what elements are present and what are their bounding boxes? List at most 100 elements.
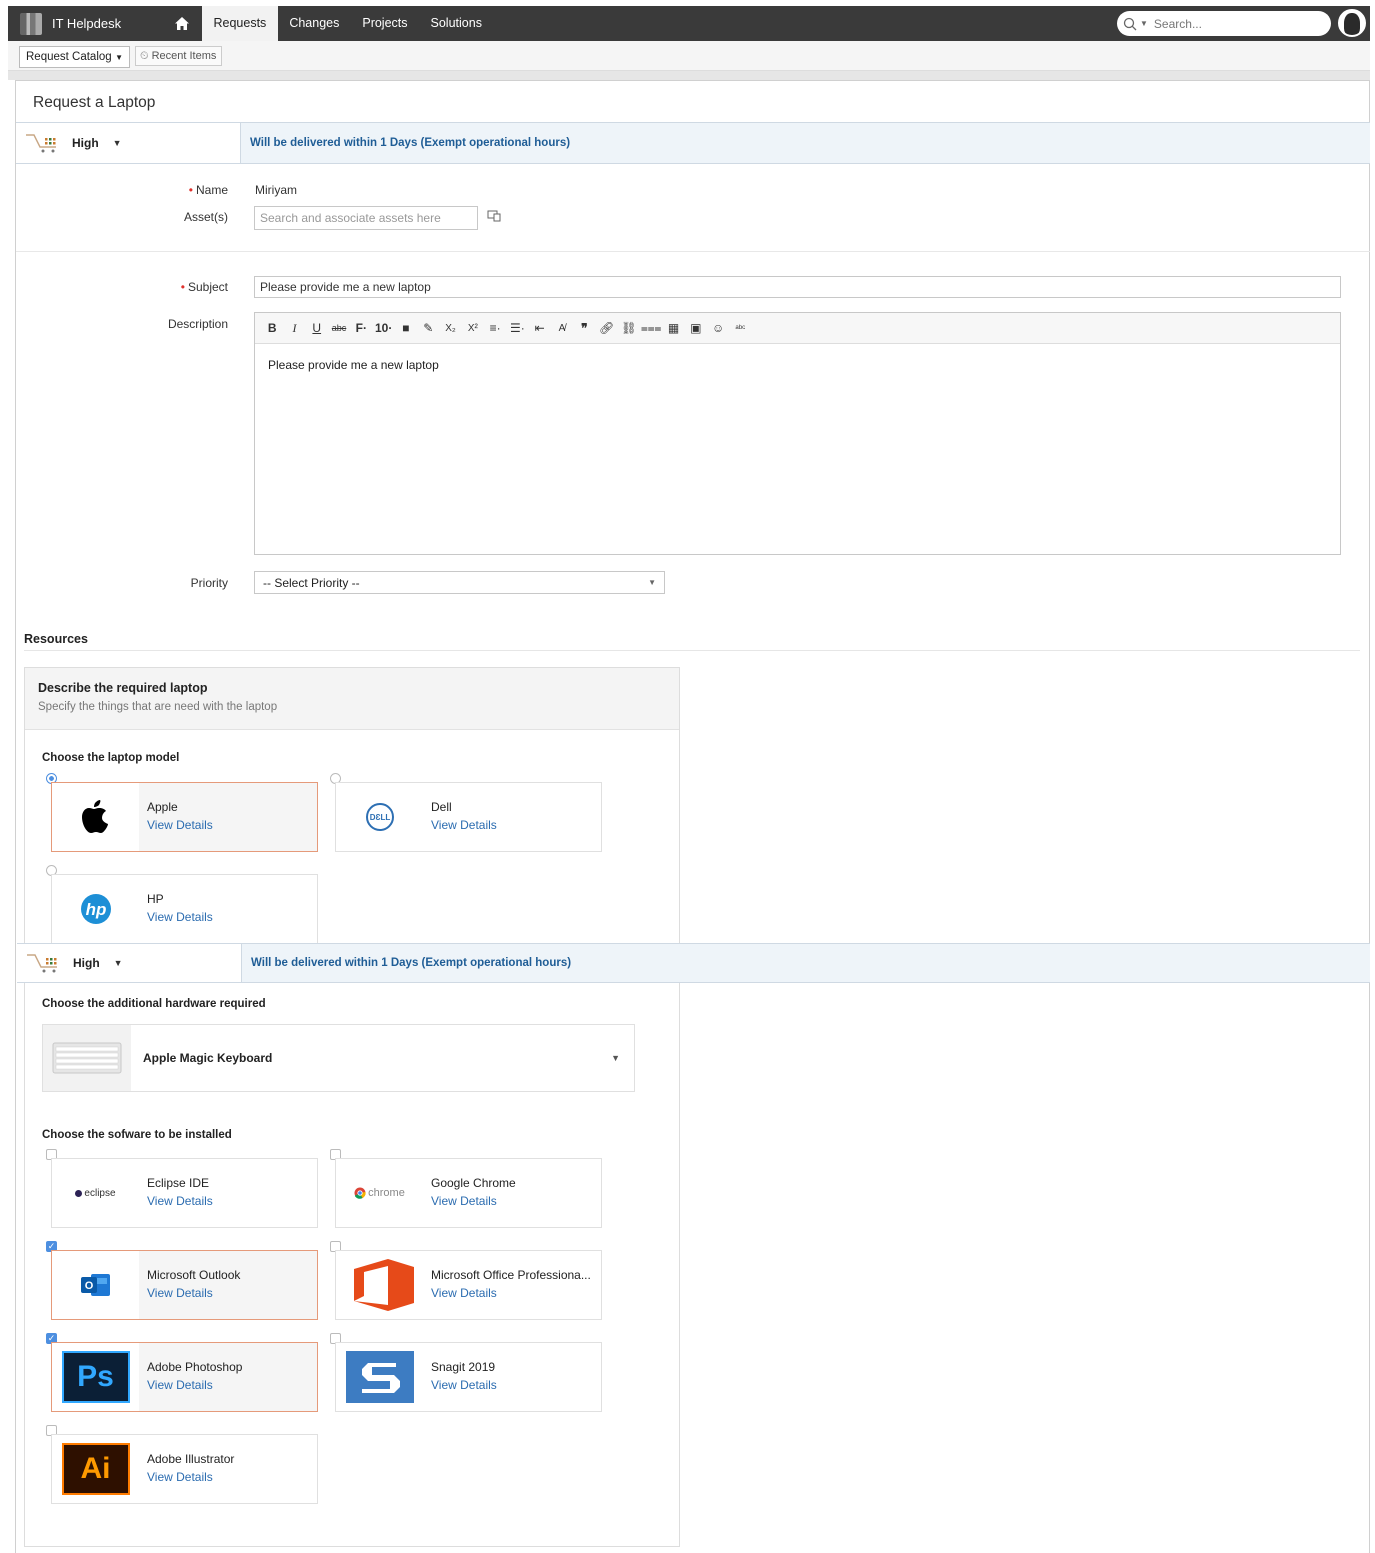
- software-card-snagit[interactable]: Snagit 2019 View Details: [335, 1342, 602, 1412]
- app-logo[interactable]: [20, 12, 42, 35]
- tab-changes[interactable]: Changes: [278, 6, 351, 41]
- resources-box: Describe the required laptop Specify the…: [24, 667, 680, 1547]
- align-button[interactable]: ≡·: [484, 321, 506, 335]
- sticky-sla-bar: High ▼ Will be delivered within 1 Days (…: [17, 943, 1370, 983]
- font-size-button[interactable]: 10·: [372, 321, 394, 335]
- svg-text:O: O: [84, 1280, 93, 1292]
- strikethrough-button[interactable]: abc: [328, 323, 350, 333]
- software-card-outlook[interactable]: O Microsoft Outlook View Details: [51, 1250, 318, 1320]
- description-text[interactable]: Please provide me a new laptop: [255, 344, 1340, 386]
- hardware-select[interactable]: Apple Magic Keyboard ▼: [42, 1024, 635, 1092]
- indent-button[interactable]: ⇤: [529, 321, 551, 335]
- view-details-link[interactable]: View Details: [147, 1378, 317, 1392]
- software-card-eclipse[interactable]: eclipse Eclipse IDE View Details: [51, 1158, 318, 1228]
- history-icon: ⏲: [140, 49, 149, 62]
- view-details-link[interactable]: View Details: [431, 1286, 601, 1300]
- photoshop-logo-text: Ps: [77, 1360, 114, 1393]
- page-title: Request a Laptop: [33, 94, 156, 111]
- underline-button[interactable]: U: [306, 321, 328, 335]
- horizontal-rule-button[interactable]: ⩶: [640, 321, 662, 336]
- priority-selector[interactable]: High ▼: [16, 123, 241, 163]
- search-placeholder: Search...: [1153, 16, 1202, 31]
- bold-button[interactable]: B: [261, 321, 283, 335]
- subscript-button[interactable]: X₂: [439, 323, 461, 334]
- priority-selector[interactable]: High ▼: [17, 944, 242, 982]
- global-search-input[interactable]: ▼ Search...: [1117, 11, 1331, 36]
- view-details-link[interactable]: View Details: [147, 1470, 317, 1484]
- priority-value: High: [72, 136, 99, 150]
- caret-down-icon: ▼: [648, 578, 656, 587]
- font-family-button[interactable]: F·: [350, 321, 372, 335]
- svg-text:DƐLL: DƐLL: [369, 813, 390, 822]
- software-name: Snagit 2019: [431, 1360, 496, 1374]
- italic-button[interactable]: I: [283, 321, 305, 336]
- model-card-apple[interactable]: Apple View Details: [51, 782, 318, 852]
- request-form-panel: Request a Laptop High ▼ Will be delivere…: [15, 80, 1370, 1553]
- sla-bar: High ▼ Will be delivered within 1 Days (…: [16, 122, 1370, 164]
- top-nav: IT Helpdesk Requests Changes Projects So…: [8, 6, 1370, 41]
- highlight-button[interactable]: ✎: [417, 321, 439, 335]
- software-name: Microsoft Office Professiona...: [431, 1268, 591, 1282]
- list-button[interactable]: ☰·: [506, 321, 528, 335]
- table-button[interactable]: ▦: [662, 321, 684, 335]
- asset-lookup-icon[interactable]: [487, 210, 501, 222]
- software-card-office[interactable]: Microsoft Office Professiona... View Det…: [335, 1250, 602, 1320]
- image-button[interactable]: ▣: [685, 321, 707, 335]
- assets-label: Asset(s): [183, 210, 228, 224]
- snagit-logo-icon: [336, 1343, 423, 1411]
- software-card-chrome[interactable]: chrome Google Chrome View Details: [335, 1158, 602, 1228]
- model-name: Apple: [147, 800, 178, 814]
- view-details-link[interactable]: View Details: [147, 1286, 317, 1300]
- spellcheck-button[interactable]: ᵃᵇᶜ: [729, 323, 751, 333]
- subject-label: • Subject: [180, 280, 228, 294]
- section-divider: [24, 650, 1360, 651]
- hp-logo-icon: hp: [52, 875, 139, 943]
- view-details-link[interactable]: View Details: [147, 1194, 317, 1208]
- chevron-down-icon[interactable]: ▼: [1140, 19, 1148, 28]
- resources-title: Resources: [24, 632, 88, 646]
- recent-items-label: Recent Items: [151, 50, 217, 62]
- request-catalog-dropdown[interactable]: Request Catalog ▼: [19, 46, 130, 68]
- name-value: Miriyam: [255, 183, 297, 197]
- separator-strip: [8, 71, 1370, 80]
- assets-search-input[interactable]: Search and associate assets here: [254, 206, 478, 230]
- link-button[interactable]: 🔗︎: [595, 321, 617, 335]
- tab-projects[interactable]: Projects: [351, 6, 419, 41]
- home-icon[interactable]: [162, 6, 202, 41]
- emoji-button[interactable]: ☺: [707, 321, 729, 335]
- office-logo-icon: [336, 1251, 423, 1319]
- recent-items-button[interactable]: ⏲ Recent Items: [135, 46, 222, 66]
- clear-format-button[interactable]: A̸: [551, 323, 573, 334]
- unlink-button[interactable]: ⛓: [618, 321, 640, 335]
- user-avatar[interactable]: [1338, 9, 1366, 37]
- priority-select[interactable]: -- Select Priority -- ▼: [254, 571, 665, 594]
- tab-solutions[interactable]: Solutions: [419, 6, 493, 41]
- resources-box-subtitle: Specify the things that are need with th…: [38, 701, 278, 713]
- view-details-link[interactable]: View Details: [147, 910, 317, 924]
- illustrator-logo-icon: Ai: [52, 1435, 139, 1503]
- search-icon: [1123, 17, 1137, 30]
- model-card-dell[interactable]: DƐLL Dell View Details: [335, 782, 602, 852]
- software-name: Eclipse IDE: [147, 1176, 210, 1190]
- view-details-link[interactable]: View Details: [431, 1378, 601, 1392]
- photoshop-logo-icon: Ps: [52, 1343, 139, 1411]
- view-details-link[interactable]: View Details: [147, 818, 317, 832]
- app-title[interactable]: IT Helpdesk: [52, 16, 162, 31]
- software-card-photoshop[interactable]: Ps Adobe Photoshop View Details: [51, 1342, 318, 1412]
- outlook-logo-icon: O: [52, 1251, 139, 1319]
- view-details-link[interactable]: View Details: [431, 1194, 601, 1208]
- tab-requests[interactable]: Requests: [202, 6, 278, 41]
- priority-label: Priority: [190, 576, 228, 590]
- superscript-button[interactable]: X²: [462, 323, 484, 334]
- model-info: HP View Details: [139, 875, 317, 943]
- dell-logo-icon: DƐLL: [336, 783, 423, 851]
- model-card-hp[interactable]: hp HP View Details: [51, 874, 318, 944]
- quote-button[interactable]: ❞: [573, 321, 595, 335]
- apple-logo-icon: [52, 783, 139, 851]
- text-color-button[interactable]: ■: [395, 321, 417, 335]
- resources-header: Describe the required laptop Specify the…: [25, 668, 679, 730]
- software-card-illustrator[interactable]: Ai Adobe Illustrator View Details: [51, 1434, 318, 1504]
- view-details-link[interactable]: View Details: [431, 818, 601, 832]
- software-info: Microsoft Office Professiona... View Det…: [423, 1251, 601, 1319]
- subject-input[interactable]: Please provide me a new laptop: [254, 276, 1341, 298]
